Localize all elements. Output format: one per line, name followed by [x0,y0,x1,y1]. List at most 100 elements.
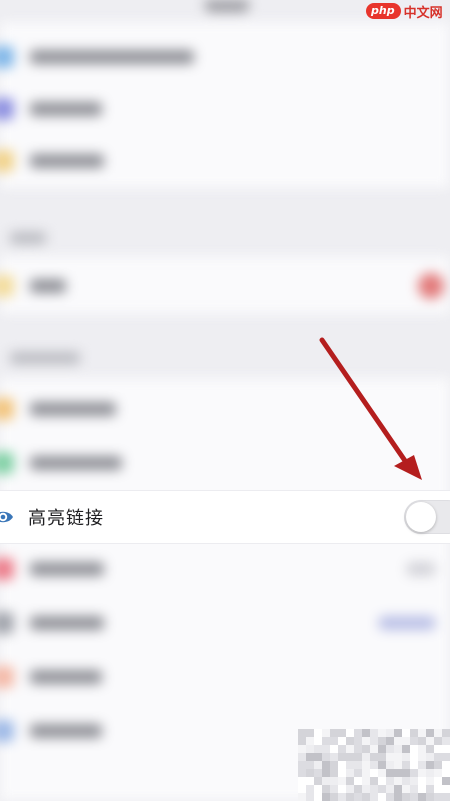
blurred-icon [0,150,14,172]
mosaic-cell [394,737,402,745]
mosaic-cell [442,753,450,761]
mosaic-cell [426,785,434,793]
mosaic-cell [370,753,378,761]
mosaic-cell [298,737,306,745]
mosaic-cell [314,777,322,785]
toggle-knob[interactable] [406,502,436,532]
mosaic-cell [338,729,346,737]
blurred-icon [0,398,14,420]
mosaic-cell [322,785,330,793]
mosaic-cell [442,777,450,785]
mosaic-cell [434,769,442,777]
blurred-icon [0,46,14,68]
blurred-value [406,562,436,576]
mosaic-cell [346,761,354,769]
mosaic-cell [330,745,338,753]
mosaic-cell [442,729,450,737]
blurred-icon [0,275,14,297]
mosaic-cell [410,785,418,793]
mosaic-cell [362,729,370,737]
mosaic-cell [386,793,394,801]
highlight-link-label: 高亮链接 [28,508,104,529]
mosaic-cell [378,745,386,753]
mosaic-cell [306,785,314,793]
mosaic-cell [410,777,418,785]
mosaic-cell [402,761,410,769]
mosaic-cell [354,737,362,745]
mosaic-cell [338,793,346,801]
mosaic-cell [322,745,330,753]
blurred-row [0,540,450,596]
eye-icon [0,511,13,523]
highlight-link-toggle[interactable] [404,500,450,534]
mosaic-cell [362,785,370,793]
mosaic-cell [354,745,362,753]
settings-screen: 高亮链接 php 中文网 [0,0,450,801]
watermark-badge: php [366,3,401,19]
mosaic-cell [346,737,354,745]
mosaic-cell [306,777,314,785]
blurred-text [30,154,104,168]
mosaic-cell [338,777,346,785]
mosaic-cell [394,761,402,769]
mosaic-cell [402,745,410,753]
mosaic-cell [378,737,386,745]
mosaic-cell [306,793,314,801]
mosaic-cell [418,761,426,769]
mosaic-cell [346,729,354,737]
mosaic-cell [378,769,386,777]
mosaic-cell [314,753,322,761]
mosaic-cell [322,777,330,785]
mosaic-cell [338,769,346,777]
mosaic-cell [410,729,418,737]
mosaic-cell [386,785,394,793]
mosaic-cell [442,761,450,769]
mosaic-cell [338,745,346,753]
mosaic-cell [346,777,354,785]
mosaic-cell [298,793,306,801]
mosaic-cell [386,769,394,777]
mosaic-cell [298,745,306,753]
blurred-row [0,434,450,490]
mosaic-cell [330,793,338,801]
blurred-row [0,28,450,84]
mosaic-cell [362,761,370,769]
mosaic-cell [370,777,378,785]
mosaic-cell [434,729,442,737]
mosaic-cell [418,729,426,737]
blurred-row [0,380,450,436]
mosaic-cell [402,793,410,801]
blurred-text [30,670,102,684]
blurred-section-header [10,352,80,364]
mosaic-cell [402,753,410,761]
mosaic-cell [354,769,362,777]
mosaic-cell [434,777,442,785]
blurred-icon [0,720,14,742]
mosaic-cell [322,753,330,761]
mosaic-cell [418,737,426,745]
mosaic-cell [434,737,442,745]
mosaic-cell [330,753,338,761]
mosaic-cell [410,753,418,761]
mosaic-cell [434,745,442,753]
blurred-icon [0,666,14,688]
mosaic-cell [298,761,306,769]
mosaic-cell [418,753,426,761]
mosaic-cell [378,777,386,785]
mosaic-cell [426,737,434,745]
mosaic-cell [322,761,330,769]
mosaic-cell [394,729,402,737]
mosaic-cell [330,769,338,777]
highlight-link-row[interactable]: 高亮链接 [0,490,450,544]
mosaic-cell [410,745,418,753]
mosaic-cell [402,777,410,785]
mosaic-cell [394,753,402,761]
mosaic-cell [314,745,322,753]
blurred-icon [0,558,14,580]
mosaic-cell [386,761,394,769]
blurred-text [30,616,104,630]
mosaic-cell [378,729,386,737]
mosaic-cell [426,745,434,753]
mosaic-cell [386,729,394,737]
mosaic-cell [418,769,426,777]
